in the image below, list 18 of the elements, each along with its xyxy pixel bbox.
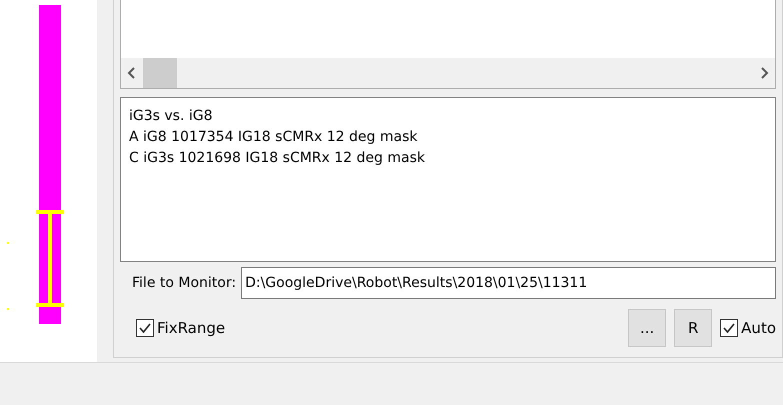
button[interactable]: R — [674, 309, 712, 347]
horizontal-scrollbar[interactable] — [121, 58, 775, 88]
note-line: C iG3s 1021698 IG18 sCMRx 12 deg mask — [129, 149, 426, 168]
check-icon — [138, 321, 152, 335]
checkbox[interactable]: Auto — [720, 319, 776, 337]
file-path-field[interactable]: D:\GoogleDrive\Robot\Results\2018\01\25\11311 — [241, 267, 776, 299]
file-label: File to Monitor: — [132, 275, 236, 291]
scroll-thumb[interactable] — [143, 58, 177, 88]
checkbox-box[interactable] — [136, 319, 154, 337]
check-icon — [722, 321, 736, 335]
scroll-left-icon[interactable] — [127, 67, 137, 79]
button[interactable]: ... — [628, 309, 666, 347]
scroll-right-icon[interactable] — [759, 67, 769, 79]
checkbox-box[interactable] — [720, 319, 738, 337]
notes-text-area[interactable]: iG3s vs. iG8 A iG8 1017354 IG18 sCMRx 12 deg mask C iG3s 1021698 IG18 sCMRx 12 deg mask — [120, 97, 776, 262]
note-line: A iG8 1017354 IG18 sCMRx 12 deg mask — [129, 128, 418, 147]
checkbox[interactable]: FixRange — [136, 319, 226, 337]
note-line: iG3s vs. iG8 — [129, 107, 214, 126]
